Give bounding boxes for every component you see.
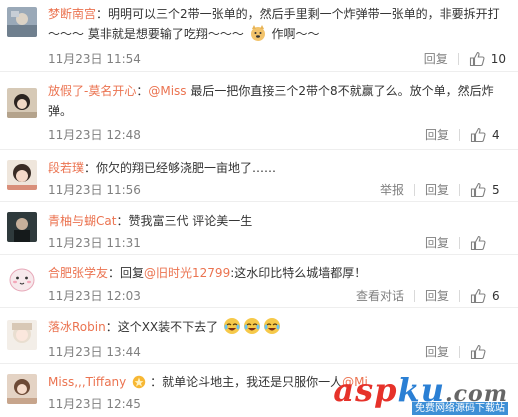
comment-time: 11月23日 11:54 <box>48 52 141 66</box>
thumbs-up-icon <box>470 235 486 251</box>
avatar[interactable] <box>7 374 37 404</box>
like-count: 4 <box>492 128 500 142</box>
view-conversation-button[interactable]: 查看对话 <box>356 287 404 305</box>
avatar[interactable] <box>7 320 37 350</box>
thumbs-up-icon <box>470 344 486 360</box>
comment-item: 落冰Robin：这个XX装不下去了 11月23日 13:44 回复 <box>0 308 518 364</box>
comment-time: 11月23日 11:56 <box>48 183 141 197</box>
report-button[interactable]: 举报 <box>380 181 404 199</box>
avatar[interactable] <box>7 88 37 118</box>
avatar[interactable] <box>7 264 37 294</box>
divider <box>459 129 460 141</box>
comment-item: 段若璞：你欠的翔已经够浇肥一亩地了…… 11月23日 11:56 举报 回复 5 <box>0 150 518 202</box>
comment-username[interactable]: 梦断南宫 <box>48 7 96 21</box>
like-count: 6 <box>492 289 500 303</box>
comment-text: 段若璞：你欠的翔已经够浇肥一亩地了…… <box>48 161 277 175</box>
thumbs-up-icon <box>470 182 486 198</box>
comment-meta: 11月23日 11:31 回复 <box>48 234 506 252</box>
comment-time: 11月23日 12:03 <box>48 289 141 303</box>
comment-text: 梦断南宫：明明可以三个2带一张单的，然后手里剩一个炸弹带一张单的，非要拆开打～～… <box>48 7 500 42</box>
comment-time: 11月23日 12:48 <box>48 128 141 142</box>
mention-link[interactable]: @旧时光12799 <box>144 266 230 280</box>
like-button[interactable] <box>470 235 506 251</box>
laugh-cry-icon <box>243 317 261 335</box>
laugh-cry-icon <box>223 317 241 335</box>
comment-username[interactable]: 落冰Robin <box>48 320 106 334</box>
reply-button[interactable]: 回复 <box>425 234 449 252</box>
like-count: 10 <box>490 52 506 66</box>
reply-button[interactable]: 回复 <box>425 126 449 144</box>
comment-username[interactable]: 段若璞 <box>48 161 84 175</box>
comment-item: 合肥张学友：回复@旧时光12799:这水印比特么城墙都厚！ 11月23日 12:… <box>0 255 518 308</box>
comment-time: 11月23日 12:45 <box>48 397 141 411</box>
avatar[interactable] <box>7 7 37 37</box>
reply-button[interactable]: 回复 <box>425 181 449 199</box>
like-count: 5 <box>492 183 500 197</box>
avatar[interactable] <box>7 212 37 242</box>
like-button[interactable]: 6 <box>470 287 506 305</box>
comment-meta: 11月23日 12:03 查看对话 回复 6 <box>48 287 506 305</box>
comment-meta: 11月23日 12:48 回复 4 <box>48 126 506 144</box>
comment-meta: 11月23日 13:44 回复 <box>48 343 506 361</box>
thumbs-up-icon <box>470 288 486 304</box>
reply-button[interactable]: 回复 <box>425 343 449 361</box>
comment-text: 放假了-莫名开心：@Miss 最后一把你直接三个2带个8不就赢了么。放个单，然后… <box>48 84 494 118</box>
divider <box>459 290 460 302</box>
divider <box>459 184 460 196</box>
like-button[interactable]: 4 <box>470 126 506 144</box>
reply-button[interactable]: 回复 <box>425 287 449 305</box>
comment-time: 11月23日 13:44 <box>48 345 141 359</box>
comment-username[interactable]: 放假了-莫名开心 <box>48 84 136 98</box>
avatar-cartoon-icon <box>7 264 37 294</box>
like-button[interactable]: 10 <box>469 50 506 68</box>
comment-meta: 11月23日 11:56 举报 回复 5 <box>48 181 506 199</box>
comment-item: 放假了-莫名开心：@Miss 最后一把你直接三个2带个8不就赢了么。放个单，然后… <box>0 72 518 150</box>
watermark-subtitle: 免费网络源码下载站 <box>412 402 508 415</box>
comment-item: 青柚与蝴Cat：赞我富三代 评论美一生 11月23日 11:31 回复 <box>0 202 518 255</box>
laugh-cry-icon <box>263 317 281 335</box>
divider <box>413 290 415 302</box>
divider <box>459 237 460 249</box>
aspku-watermark-logo: aspku.com 免费网络源码下载站 <box>333 371 508 415</box>
comment-text: 落冰Robin：这个XX装不下去了 <box>48 317 506 337</box>
comment-text: 合肥张学友：回复@旧时光12799:这水印比特么城墙都厚！ <box>48 266 367 280</box>
divider <box>413 184 415 196</box>
comment-username[interactable]: 合肥张学友 <box>48 266 108 280</box>
comment-username[interactable]: Miss,,,Tiffany <box>48 375 126 389</box>
mention-link[interactable]: @Miss <box>148 84 186 98</box>
like-button[interactable]: 5 <box>470 181 506 199</box>
comment-text: 青柚与蝴Cat：赞我富三代 评论美一生 <box>48 214 253 228</box>
avatar[interactable] <box>7 160 37 190</box>
thumbs-up-icon <box>470 127 486 143</box>
comment-username[interactable]: 青柚与蝴Cat <box>48 214 116 228</box>
like-button[interactable] <box>470 344 506 360</box>
comment-item: 梦断南宫：明明可以三个2带一张单的，然后手里剩一个炸弹带一张单的，非要拆开打～～… <box>0 0 518 72</box>
divider <box>457 53 459 65</box>
comment-meta: 11月23日 11:54 回复 10 <box>48 50 506 68</box>
divider <box>459 346 460 358</box>
comment-time: 11月23日 11:31 <box>48 236 141 250</box>
reply-button[interactable]: 回复 <box>424 50 448 68</box>
thumbs-up-icon <box>469 51 485 67</box>
badge-icon <box>131 374 149 392</box>
doge-icon <box>249 24 267 42</box>
